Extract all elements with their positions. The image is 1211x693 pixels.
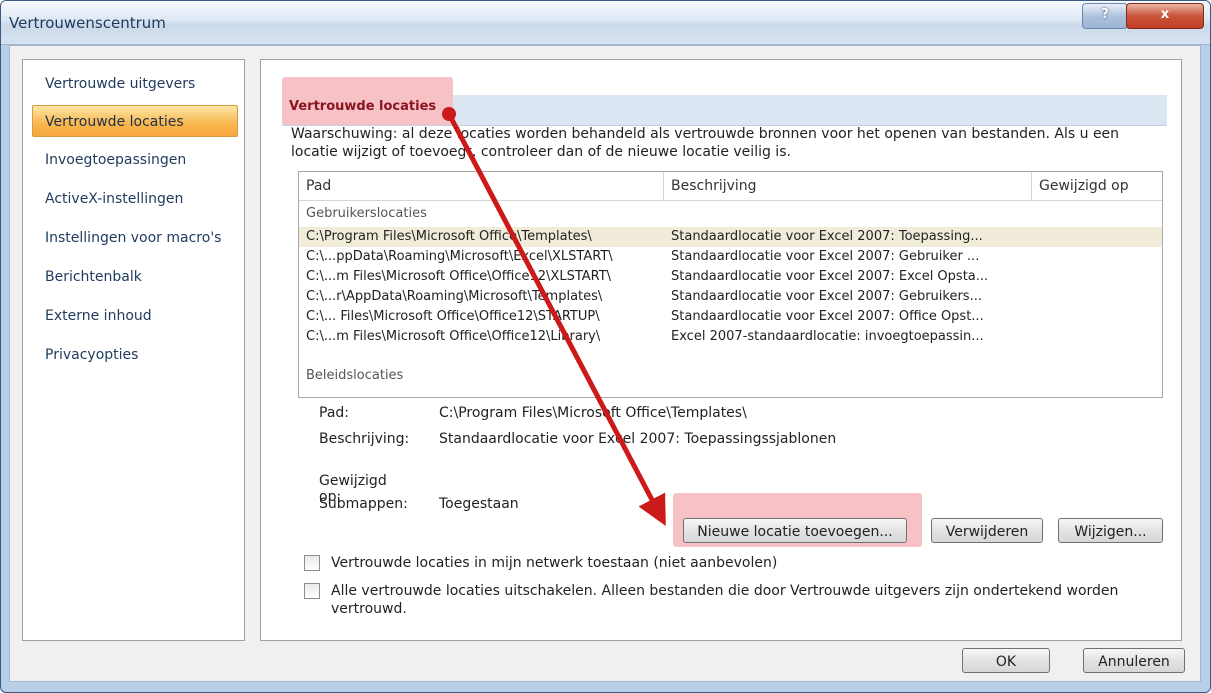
row-description: Standaardlocatie voor Excel 2007: Excel … <box>671 269 989 284</box>
group-label-policy-locations: Beleidslocaties <box>306 368 404 383</box>
column-header-path[interactable]: Pad <box>299 172 664 200</box>
title-bar: Vertrouwenscentrum ? x <box>1 1 1210 45</box>
help-button[interactable]: ? <box>1082 3 1128 29</box>
sidebar-item-message-bar[interactable]: Berichtenbalk <box>33 261 234 293</box>
table-row[interactable]: C:\...ppData\Roaming\Microsoft\Excel\XLS… <box>299 247 1162 267</box>
row-path: C:\...m Files\Microsoft Office\Office12\… <box>306 329 601 344</box>
row-path: C:\... Files\Microsoft Office\Office12\S… <box>306 309 600 324</box>
detail-description-label: Beschrijving: <box>319 431 410 447</box>
add-location-button[interactable]: Nieuwe locatie toevoegen... <box>683 518 907 543</box>
column-header-description[interactable]: Beschrijving <box>664 172 1032 200</box>
detail-description-value: Standaardlocatie voor Excel 2007: Toepas… <box>439 431 837 447</box>
trusted-locations-list[interactable]: Pad Beschrijving Gewijzigd op Gebruikers… <box>298 171 1163 398</box>
sidebar-item-trusted-publishers[interactable]: Vertrouwde uitgevers <box>33 68 234 100</box>
window-title: Vertrouwenscentrum <box>9 14 166 32</box>
list-header: Pad Beschrijving Gewijzigd op <box>299 172 1162 201</box>
warning-text: Waarschuwing: al deze locaties worden be… <box>291 126 1120 160</box>
detail-subfolders-label: Submappen: <box>319 496 408 512</box>
row-description: Standaardlocatie voor Excel 2007: Office… <box>671 309 984 324</box>
remove-button[interactable]: Verwijderen <box>931 518 1043 543</box>
modify-button[interactable]: Wijzigen... <box>1058 518 1163 543</box>
column-header-modified[interactable]: Gewijzigd op <box>1032 172 1162 200</box>
allow-network-checkbox[interactable] <box>304 555 320 571</box>
table-row[interactable]: C:\...r\AppData\Roaming\Microsoft\Templa… <box>299 287 1162 307</box>
ok-button[interactable]: OK <box>962 648 1050 673</box>
settings-panel: Vertrouwde locaties Waarschuwing: al dez… <box>260 59 1182 641</box>
disable-locations-checkbox[interactable] <box>304 583 320 599</box>
detail-subfolders-value: Toegestaan <box>439 496 519 512</box>
trust-center-dialog: Vertrouwenscentrum ? x Vertrouwde uitgev… <box>0 0 1211 693</box>
sidebar-item-macro-settings[interactable]: Instellingen voor macro's <box>33 222 234 254</box>
cancel-button[interactable]: Annuleren <box>1083 648 1185 673</box>
row-path: C:\...ppData\Roaming\Microsoft\Excel\XLS… <box>306 249 613 264</box>
table-row[interactable]: C:\Program Files\Microsoft Office\Templa… <box>299 227 1162 247</box>
dialog-client-area: Vertrouwde uitgevers Vertrouwde locaties… <box>9 45 1201 682</box>
sidebar-item-external-content[interactable]: Externe inhoud <box>33 300 234 332</box>
row-path: C:\...m Files\Microsoft Office\Office12\… <box>306 269 612 284</box>
row-path: C:\...r\AppData\Roaming\Microsoft\Templa… <box>306 289 603 304</box>
table-row[interactable]: C:\...m Files\Microsoft Office\Office12\… <box>299 267 1162 287</box>
row-description: Standaardlocatie voor Excel 2007: Gebrui… <box>671 249 980 264</box>
table-row[interactable]: C:\... Files\Microsoft Office\Office12\S… <box>299 307 1162 327</box>
row-description: Excel 2007-standaardlocatie: invoegtoepa… <box>671 329 984 344</box>
disable-locations-label: Alle vertrouwde locaties uitschakelen. A… <box>331 583 1119 617</box>
sidebar-item-trusted-locations[interactable]: Vertrouwde locaties <box>32 105 238 137</box>
sidebar-item-privacy-options[interactable]: Privacyopties <box>33 339 234 371</box>
detail-path-value: C:\Program Files\Microsoft Office\Templa… <box>439 405 747 421</box>
table-row[interactable]: C:\...m Files\Microsoft Office\Office12\… <box>299 327 1162 347</box>
group-label-user-locations: Gebruikerslocaties <box>306 206 427 221</box>
category-sidebar: Vertrouwde uitgevers Vertrouwde locaties… <box>22 59 245 641</box>
section-title: Vertrouwde locaties <box>289 99 437 114</box>
row-description: Standaardlocatie voor Excel 2007: Gebrui… <box>671 289 982 304</box>
row-path: C:\Program Files\Microsoft Office\Templa… <box>306 229 592 244</box>
row-description: Standaardlocatie voor Excel 2007: Toepas… <box>671 229 983 244</box>
detail-path-label: Pad: <box>319 405 349 421</box>
allow-network-label: Vertrouwde locaties in mijn netwerk toes… <box>331 555 778 571</box>
sidebar-item-add-ins[interactable]: Invoegtoepassingen <box>33 144 234 176</box>
close-button[interactable]: x <box>1126 3 1204 29</box>
sidebar-item-activex[interactable]: ActiveX-instellingen <box>33 183 234 215</box>
